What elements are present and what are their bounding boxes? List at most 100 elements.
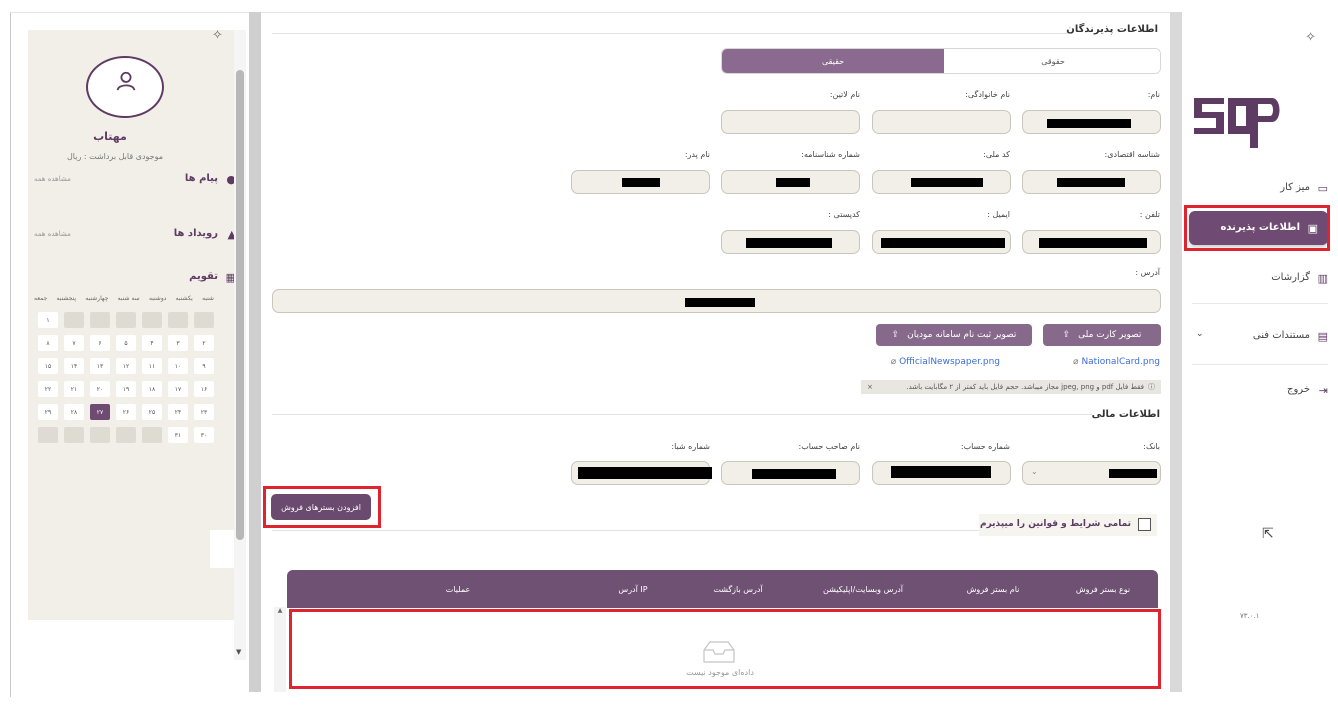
balance-text: موجودی قابل برداشت : ریال <box>66 152 164 161</box>
terms-checkbox[interactable] <box>1138 518 1151 531</box>
calendar-day[interactable]: ۱ <box>38 312 58 328</box>
calendar-day[interactable]: ۸ <box>38 335 58 351</box>
file-name: OfficialNewspaper.png <box>899 357 1000 367</box>
section-title: اطلاعات پذیرندگان <box>1066 24 1158 35</box>
calendar-day[interactable]: ۹ <box>194 358 214 374</box>
calendar-day[interactable]: ۲۲ <box>38 381 58 397</box>
calendar-day[interactable]: ۳۱ <box>168 427 188 443</box>
tab-natural[interactable]: حقیقی <box>722 49 944 73</box>
account-holder-label: نام صاحب حساب: <box>798 442 860 451</box>
divider <box>272 414 1092 415</box>
id-number-field[interactable] <box>721 170 860 194</box>
terms-row[interactable]: تمامی شرایط و قوانین را میپذیرم <box>979 514 1157 536</box>
calendar-day[interactable]: ۲۹ <box>38 404 58 420</box>
calendar-day[interactable]: ۲۳ <box>194 404 214 420</box>
left-scrollbar[interactable]: ▼ <box>234 30 246 660</box>
sidebar-item-logout[interactable]: ⇥ خروج <box>1192 380 1328 402</box>
upload-tax-registration-button[interactable]: تصویر ثبت نام سامانه مودیان ⇪ <box>876 324 1032 346</box>
file-link-official-newspaper[interactable]: OfficialNewspaper.png ⌀ <box>880 357 1000 367</box>
calendar-day[interactable]: ۱۷ <box>168 381 188 397</box>
sidebar-item-dashboard[interactable]: ▭ میز کار <box>1192 178 1328 200</box>
user-name: مهتاب <box>93 130 127 143</box>
messages-see-all-link[interactable]: مشاهده همه <box>34 175 71 183</box>
phone-field[interactable] <box>1022 230 1161 254</box>
calendar-day[interactable]: ۱۸ <box>142 381 162 397</box>
address-field[interactable] <box>272 289 1161 313</box>
weekday-label: سه شنبه <box>117 295 140 302</box>
calendar-day[interactable]: ۷ <box>64 335 84 351</box>
economic-code-field[interactable] <box>1022 170 1161 194</box>
calendar-day[interactable]: ۲۴ <box>168 404 188 420</box>
calendar-weekdays: شنبه یکشنبه دوشنبه سه شنبه چهارشنبه پنجش… <box>34 295 214 302</box>
national-code-field[interactable] <box>872 170 1011 194</box>
calendar-day[interactable]: ۳۰ <box>194 427 214 443</box>
events-row: ▲ رویداد ها مشاهده همه <box>28 227 246 247</box>
chevron-down-icon[interactable]: ⌄ <box>1196 329 1204 339</box>
sidebar-item-label: گزارشات <box>1271 272 1310 283</box>
pin-icon[interactable]: ✧ <box>212 28 223 43</box>
calendar-day[interactable]: ۲۱ <box>64 381 84 397</box>
account-number-field[interactable] <box>872 461 1011 485</box>
sidebar-item-reports[interactable]: ▥ گزارشات <box>1192 268 1328 290</box>
calendar-day[interactable]: ۲۸ <box>64 404 84 420</box>
calendar-day[interactable]: ۱۴ <box>64 358 84 374</box>
calendar-day[interactable]: ۱۲ <box>116 358 136 374</box>
upload-note-text: فقط فایل pdf و jpeg, png مجاز میباشد. حج… <box>906 383 1144 391</box>
calendar-day[interactable]: ۴ <box>142 335 162 351</box>
table-scrollbar[interactable]: ▲ <box>274 607 286 692</box>
calendar-day[interactable]: ۱۶ <box>194 381 214 397</box>
first-name-field[interactable] <box>1022 110 1161 134</box>
upload-label: تصویر ثبت نام سامانه مودیان <box>907 330 1017 340</box>
calendar-day <box>64 312 84 328</box>
calendar-day <box>142 427 162 443</box>
bank-select[interactable]: ⌄ <box>1022 461 1161 485</box>
tab-legal[interactable]: حقوقی <box>944 49 1160 73</box>
terms-label: تمامی شرایط و قوانین را میپذیرم <box>979 519 1131 529</box>
bank-label: بانک: <box>1143 442 1160 451</box>
sidebar-item-technical-docs[interactable]: ▤ مستندات فنی ⌄ <box>1192 326 1328 348</box>
divider <box>1192 303 1328 304</box>
latin-name-field[interactable] <box>721 110 860 134</box>
upload-national-card-button[interactable]: تصویر کارت ملی ⇪ <box>1043 324 1161 346</box>
events-title: رویداد ها <box>173 228 218 239</box>
address-label: آدرس : <box>1135 268 1160 277</box>
calendar-day[interactable]: ۲۷ <box>90 404 110 420</box>
calendar-day[interactable]: ۳ <box>168 335 188 351</box>
calendar-day[interactable]: ۲۵ <box>142 404 162 420</box>
file-link-national-card[interactable]: NationalCard.png ⌀ <box>1046 357 1160 367</box>
calendar-day[interactable]: ۱۹ <box>116 381 136 397</box>
calendar-day[interactable]: ۱۳ <box>90 358 110 374</box>
calendar-day[interactable]: ۶ <box>90 335 110 351</box>
column-header: آدرس بازگشت <box>713 584 763 594</box>
postal-code-field[interactable] <box>721 230 860 254</box>
last-name-field[interactable] <box>872 110 1011 134</box>
attachment-icon: ⌀ <box>1073 357 1079 367</box>
separator <box>1170 12 1182 692</box>
calendar-day[interactable]: ۲۶ <box>116 404 136 420</box>
calendar-day <box>142 312 162 328</box>
person-type-toggle[interactable]: حقیقی حقوقی <box>721 48 1161 74</box>
mouse-cursor-icon: ⇱ <box>1262 526 1274 542</box>
email-field[interactable] <box>872 230 1011 254</box>
calendar-day[interactable]: ۲۰ <box>90 381 110 397</box>
events-see-all-link[interactable]: مشاهده همه <box>34 230 71 238</box>
scrollbar-thumb[interactable] <box>236 70 244 540</box>
account-holder-field[interactable] <box>721 461 860 485</box>
calendar-day[interactable]: ۱۰ <box>168 358 188 374</box>
father-name-field[interactable] <box>571 170 710 194</box>
sidebar-item-label: میز کار <box>1280 182 1310 193</box>
weekday-label: چهارشنبه <box>85 295 109 302</box>
calendar-day[interactable]: ۱۵ <box>38 358 58 374</box>
latin-name-label: نام لاتین: <box>829 90 860 99</box>
scroll-down-icon[interactable]: ▼ <box>236 648 241 656</box>
postal-code-label: کدپستی : <box>828 210 860 219</box>
calendar-day[interactable]: ۱۱ <box>142 358 162 374</box>
calendar-day[interactable]: ۲ <box>194 335 214 351</box>
sheba-field[interactable] <box>571 461 712 485</box>
close-icon[interactable]: × <box>861 383 873 391</box>
column-header: عملیات <box>445 584 471 594</box>
calendar-day[interactable]: ۵ <box>116 335 136 351</box>
pin-icon[interactable]: ✧ <box>1305 30 1316 45</box>
calendar-day <box>116 312 136 328</box>
calendar-day <box>64 427 84 443</box>
